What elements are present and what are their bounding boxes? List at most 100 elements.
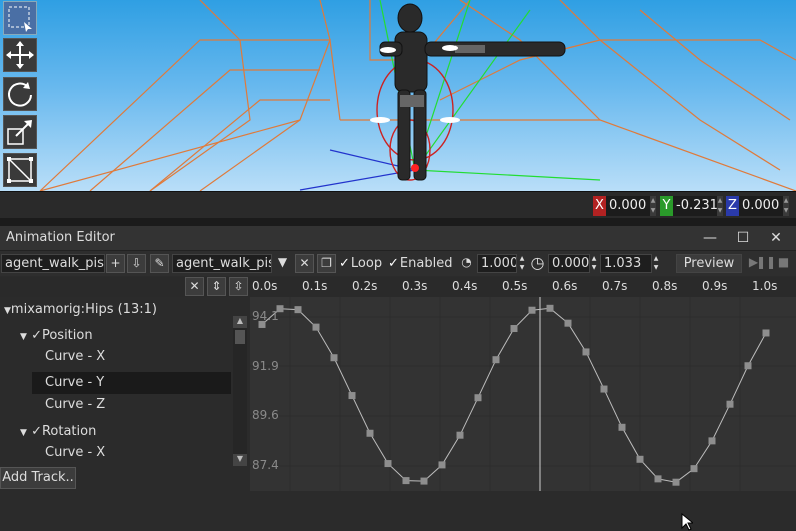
keyframe-point[interactable] bbox=[636, 455, 644, 463]
select-tool-icon[interactable] bbox=[3, 1, 37, 35]
end-time-field[interactable]: 1.033 bbox=[600, 254, 652, 273]
rotate-tool-icon[interactable] bbox=[3, 77, 37, 111]
enabled-checkbox[interactable]: ✓Enabled bbox=[388, 254, 452, 273]
animation-select[interactable]: agent_walk_pis bbox=[172, 254, 272, 273]
chevron-down-icon[interactable]: ▼ bbox=[273, 254, 292, 273]
copy-icon[interactable]: ❐ bbox=[317, 254, 336, 273]
curve-x-item[interactable]: Curve - X bbox=[45, 349, 105, 364]
scene-viewport[interactable] bbox=[0, 0, 796, 191]
speed-spinner-icon[interactable]: ▲ ▼ bbox=[518, 254, 526, 273]
add-button[interactable]: + bbox=[106, 254, 125, 273]
start-time-field[interactable]: 0.000 bbox=[548, 254, 590, 273]
rect-tool-icon[interactable] bbox=[3, 153, 37, 187]
tree-scrollbar[interactable]: ▲ ▼ bbox=[233, 316, 247, 466]
keyframe-point[interactable] bbox=[672, 478, 680, 486]
preview-button[interactable]: Preview bbox=[676, 254, 742, 273]
speed-field[interactable]: 1.000 bbox=[477, 254, 517, 273]
check-icon[interactable]: ✓ bbox=[31, 424, 42, 439]
keyframe-point[interactable] bbox=[348, 392, 356, 400]
loop-label: Loop bbox=[350, 256, 383, 271]
panel-separator[interactable] bbox=[0, 218, 796, 226]
keyframe-point[interactable] bbox=[546, 304, 554, 312]
timeline-ruler[interactable]: ✕ ⇕ ⇳ 0.0s 0.1s 0.2s 0.3s 0.4s 0.5s 0.6s 0.7s 0.… bbox=[0, 277, 796, 297]
keyframe-point[interactable] bbox=[402, 477, 410, 485]
curve-z-item[interactable]: Curve - Z bbox=[45, 397, 105, 412]
keyframe-point[interactable] bbox=[438, 461, 446, 469]
y-spinner-icon[interactable]: ▲ ▼ bbox=[717, 196, 723, 216]
keyframe-point[interactable] bbox=[744, 362, 752, 370]
pause-icon[interactable]: ❚❚ bbox=[756, 254, 776, 273]
keyframe-point[interactable] bbox=[600, 385, 608, 393]
start-spinner-icon[interactable]: ▲ ▼ bbox=[590, 254, 598, 273]
curve-editor[interactable]: 94.1 91.9 89.6 87.4 bbox=[250, 297, 796, 491]
z-spinner-icon[interactable]: ▲ ▼ bbox=[783, 196, 789, 216]
x-spinner-icon[interactable]: ▲ ▼ bbox=[650, 196, 656, 216]
end-spinner-icon[interactable]: ▲ ▼ bbox=[652, 254, 660, 273]
check-icon[interactable]: ✓ bbox=[31, 328, 42, 343]
x-coordinate[interactable]: X 0.000 ▲ ▼ bbox=[593, 196, 656, 216]
keyframe-point[interactable] bbox=[708, 437, 716, 445]
keyframe-point[interactable] bbox=[330, 354, 338, 362]
scroll-down-icon[interactable]: ▼ bbox=[233, 454, 247, 466]
rotation-node[interactable]: ▼ ✓Rotation bbox=[20, 424, 96, 439]
collapse-icon[interactable]: ▼ bbox=[4, 306, 11, 316]
keyframe-point[interactable] bbox=[618, 423, 626, 431]
time-tick: 0.9s bbox=[702, 279, 728, 293]
track-tree: ▼mixamorig:Hips (13:1) ▼ ✓Position Curve… bbox=[0, 297, 250, 491]
keyframe-point[interactable] bbox=[690, 465, 698, 473]
delete-icon[interactable]: ✕ bbox=[295, 254, 314, 273]
collapse-icon[interactable]: ▼ bbox=[20, 332, 27, 342]
keyframe-point[interactable] bbox=[510, 325, 518, 333]
clear-icon[interactable]: ✕ bbox=[185, 277, 204, 296]
keyframe-point[interactable] bbox=[564, 319, 572, 327]
scroll-thumb[interactable] bbox=[235, 330, 245, 344]
move-tool-icon[interactable] bbox=[3, 38, 37, 72]
keyframe-point[interactable] bbox=[492, 356, 500, 364]
scroll-up-icon[interactable]: ▲ bbox=[233, 316, 247, 328]
rotation-label: Rotation bbox=[41, 424, 97, 439]
keyframe-point[interactable] bbox=[294, 306, 302, 314]
position-node[interactable]: ▼ ✓Position bbox=[20, 328, 93, 343]
keyframe-point[interactable] bbox=[582, 348, 590, 356]
z-value[interactable]: 0.000 bbox=[739, 196, 783, 216]
keyframe-point[interactable] bbox=[312, 323, 320, 331]
maximize-icon[interactable]: ☐ bbox=[733, 229, 753, 247]
z-axis-label: Z bbox=[726, 196, 739, 216]
curve-y-item[interactable]: Curve - Y bbox=[32, 372, 231, 394]
loop-checkbox[interactable]: ✓Loop bbox=[339, 254, 382, 273]
edit-icon[interactable]: ✎ bbox=[150, 254, 169, 273]
z-coordinate[interactable]: Z 0.000 ▲ ▼ bbox=[726, 196, 789, 216]
keyframe-point[interactable] bbox=[726, 400, 734, 408]
rotation-curve-x-item[interactable]: Curve - X bbox=[45, 445, 105, 460]
import-icon[interactable]: ⇩ bbox=[127, 254, 146, 273]
time-tick: 0.1s bbox=[302, 279, 328, 293]
keyframe-point[interactable] bbox=[762, 329, 770, 337]
entity-field[interactable]: agent_walk_pist bbox=[1, 254, 105, 273]
keyframe-point[interactable] bbox=[366, 429, 374, 437]
tree-root[interactable]: ▼mixamorig:Hips (13:1) bbox=[4, 302, 157, 317]
expand-icon[interactable]: ⇳ bbox=[229, 277, 248, 296]
minimize-icon[interactable]: — bbox=[700, 229, 720, 247]
time-tick: 0.7s bbox=[602, 279, 628, 293]
keyframe-point[interactable] bbox=[654, 475, 662, 483]
scale-tool-icon[interactable] bbox=[3, 115, 37, 149]
add-track-button[interactable]: Add Track.. bbox=[0, 467, 76, 489]
keyframe-point[interactable] bbox=[474, 394, 482, 402]
x-value[interactable]: 0.000 bbox=[606, 196, 650, 216]
y-axis-label-4: 87.4 bbox=[252, 458, 279, 472]
collapse-icon[interactable]: ▼ bbox=[20, 428, 27, 438]
scene-render bbox=[39, 0, 796, 191]
close-icon[interactable]: ✕ bbox=[766, 229, 786, 247]
stop-icon[interactable]: ■ bbox=[774, 254, 793, 273]
y-axis-label-3: 89.6 bbox=[252, 408, 279, 422]
keyframe-point[interactable] bbox=[420, 477, 428, 485]
y-axis-label-2: 91.9 bbox=[252, 359, 279, 373]
curve-graph[interactable] bbox=[250, 297, 796, 491]
fit-icon[interactable]: ⇕ bbox=[207, 277, 226, 296]
keyframe-point[interactable] bbox=[456, 431, 464, 439]
panel-title: Animation Editor bbox=[6, 230, 115, 245]
keyframe-point[interactable] bbox=[528, 306, 536, 314]
y-coordinate[interactable]: Y -0.231 ▲ ▼ bbox=[660, 196, 723, 216]
y-value[interactable]: -0.231 bbox=[673, 196, 718, 216]
keyframe-point[interactable] bbox=[384, 460, 392, 468]
